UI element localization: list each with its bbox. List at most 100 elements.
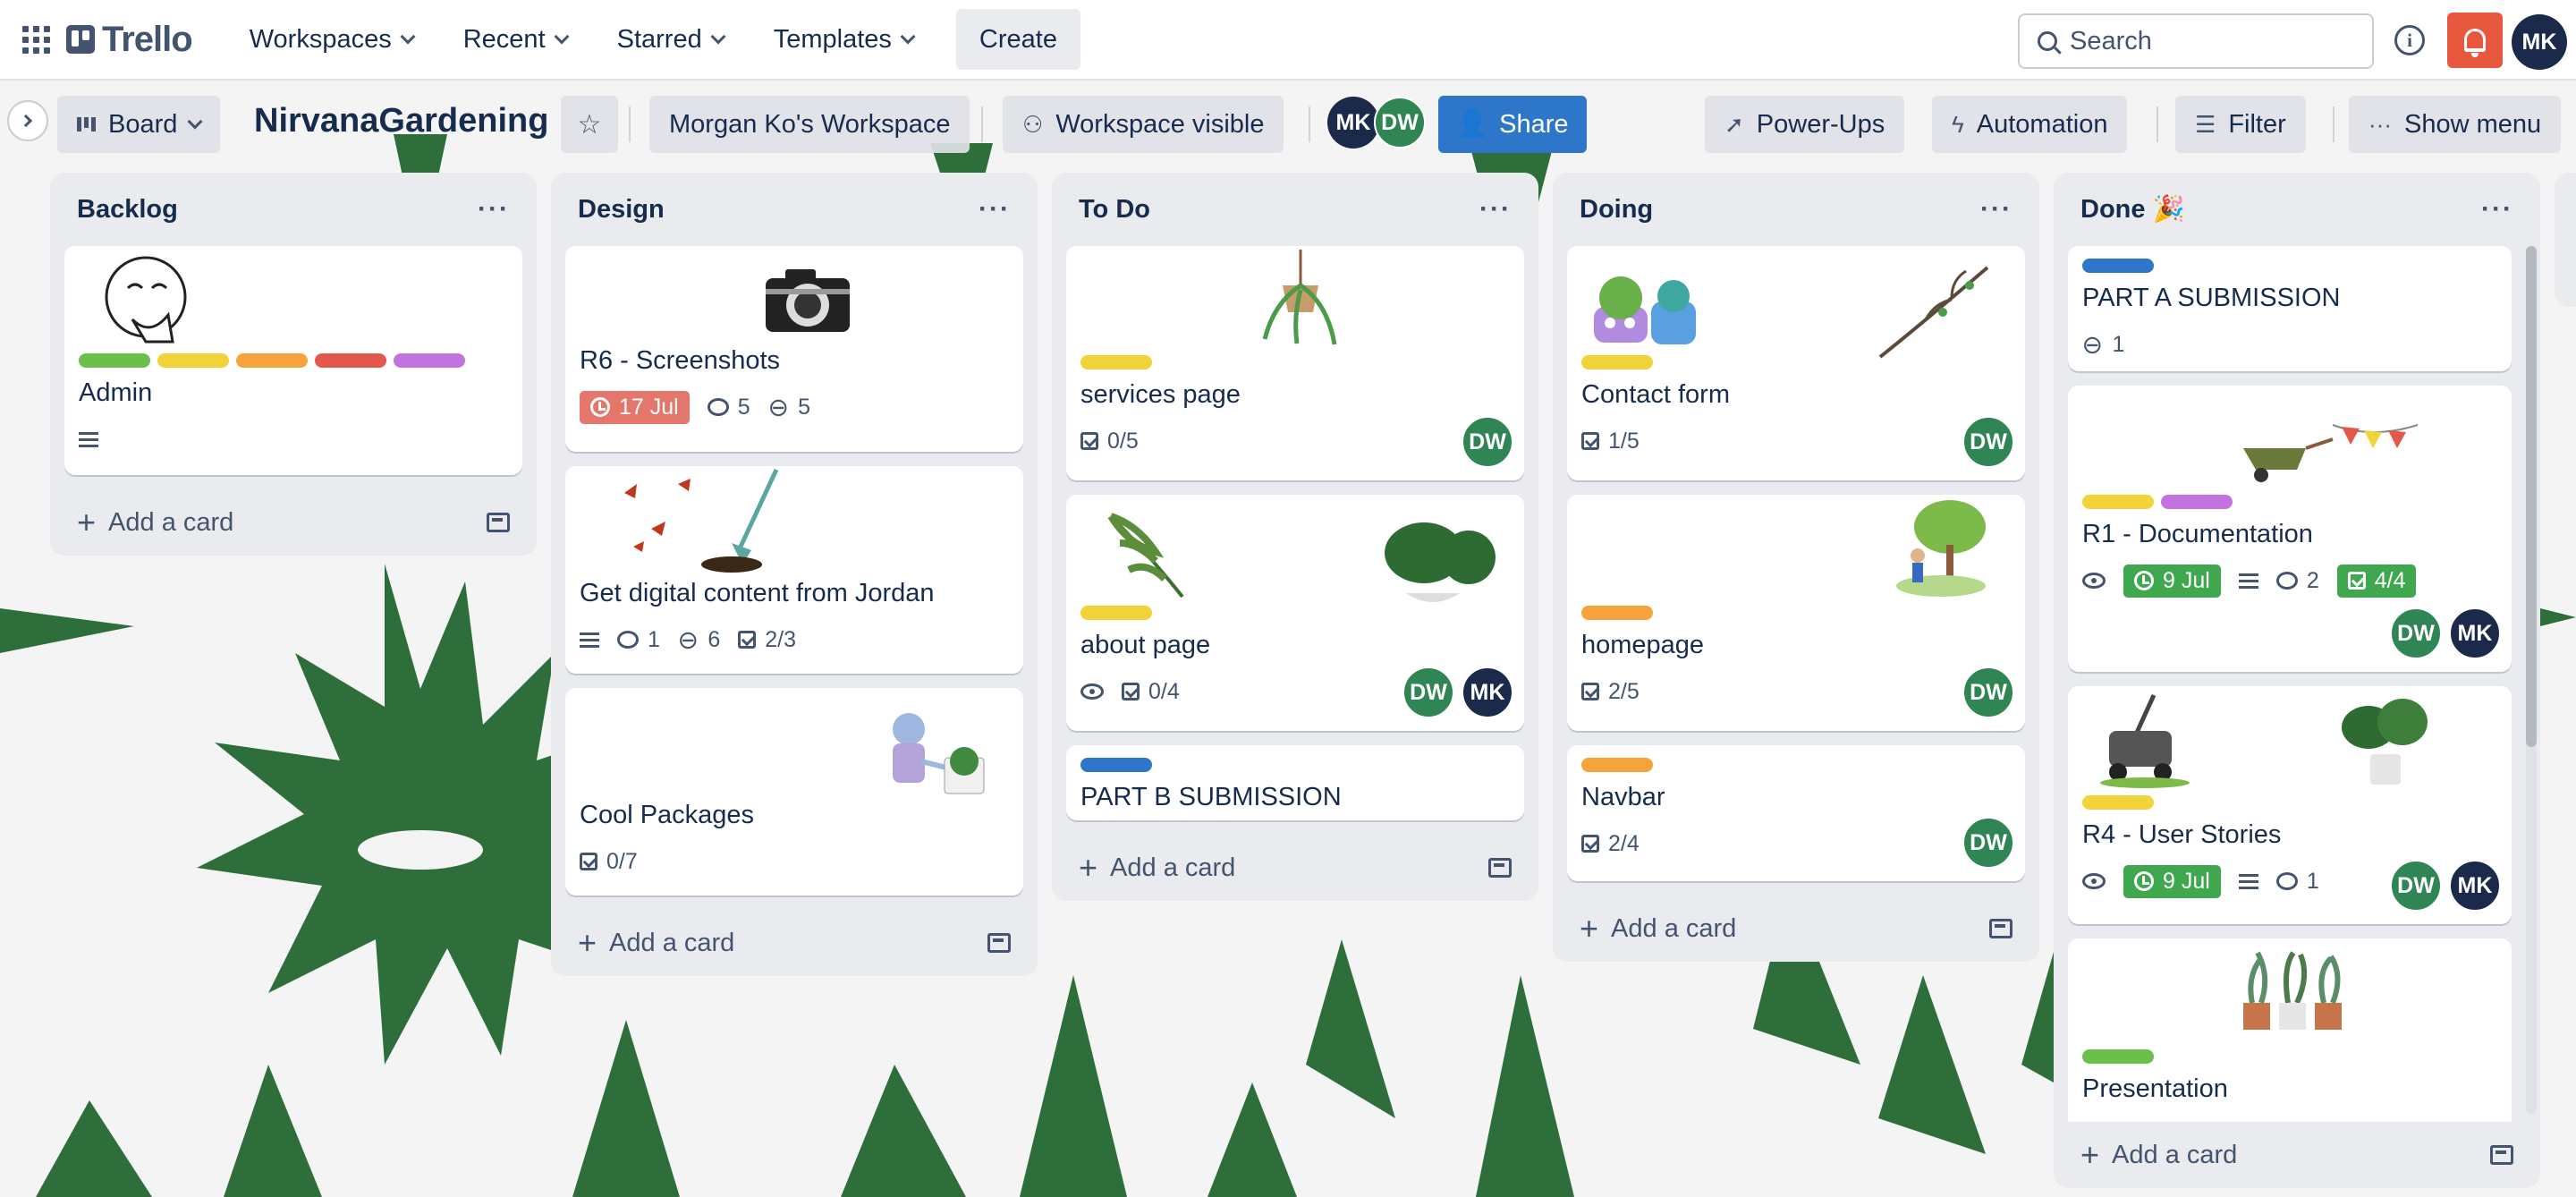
member-avatar-dw[interactable]: DW [2390,860,2442,912]
list-title[interactable]: Doing [1580,195,1653,225]
checklist-icon [1080,432,1098,450]
member-avatar-mk[interactable]: MK [2449,860,2501,912]
list-title[interactable]: Backlog [77,195,178,225]
info-icon[interactable]: i [2394,25,2425,55]
card-about-page[interactable]: about page 0/4 DW MK [1066,495,1524,731]
add-another-list-placeholder[interactable] [2555,173,2576,307]
list-title[interactable]: Done 🎉 [2080,194,2185,225]
card-part-a-submission[interactable]: PART A SUBMISSION ⊘ 1 [2068,246,2512,371]
add-card-button[interactable]: + Add a card [1066,835,1524,901]
workspaces-menu[interactable]: Workspaces [225,13,438,66]
card-homepage[interactable]: homepage 2/5 DW [1567,495,2025,731]
checklist-badge: 2/3 [738,627,796,653]
label-yellow[interactable] [157,353,229,368]
workspace-button[interactable]: Morgan Ko's Workspace [649,96,970,153]
member-avatar-dw[interactable]: DW [2390,607,2442,659]
label-yellow[interactable] [2082,495,2154,509]
label-yellow[interactable] [2082,795,2154,810]
label-green[interactable] [2082,1049,2154,1064]
card-r4-user-stories[interactable]: R4 - User Stories 9 Jul 1 DW MK [2068,686,2512,924]
automation-button[interactable]: ϟ Automation [1932,96,2128,153]
board-view-switcher[interactable]: Board [57,96,221,153]
member-avatar-dw[interactable]: DW [1374,97,1426,149]
account-avatar[interactable]: MK [2512,14,2567,70]
share-button[interactable]: 👤 Share [1438,96,1587,153]
card-cool-packages[interactable]: Cool Packages 0/7 [565,688,1023,896]
filter-button[interactable]: ☰ Filter [2175,96,2306,153]
label-green[interactable] [79,353,150,368]
card-template-icon[interactable] [1989,919,2012,938]
card-contact-form[interactable]: Contact form 1/5 DW [1567,246,2025,480]
app-switcher-icon[interactable] [20,23,52,55]
checklist-icon [580,853,597,870]
starred-menu[interactable]: Starred [592,13,749,66]
search-input[interactable]: Search [2018,13,2374,69]
label-blue[interactable] [2082,259,2154,273]
card-navbar[interactable]: Navbar 2/4 DW [1567,745,2025,881]
wheelbarrow-bunting-image [2243,424,2419,482]
trello-logo[interactable]: Trello [66,20,193,60]
member-avatar-dw[interactable]: DW [1962,817,2014,869]
card-presentation[interactable]: Presentation [2068,938,2512,1135]
add-card-label: Add a card [1110,853,1236,882]
add-card-label: Add a card [609,928,735,957]
board-title[interactable]: NirvanaGardening [254,102,548,140]
star-board-button[interactable]: ☆ [561,96,618,153]
label-orange[interactable] [236,353,308,368]
list-menu-icon[interactable]: ··· [478,194,510,225]
create-button[interactable]: Create [955,9,1080,70]
label-yellow[interactable] [1080,606,1152,620]
member-avatar-mk[interactable]: MK [1462,666,1513,718]
add-card-button[interactable]: + Add a card [2068,1122,2526,1188]
label-yellow[interactable] [1080,355,1152,369]
chevron-right-icon [19,114,33,128]
card-template-icon[interactable] [2490,1145,2513,1165]
label-orange[interactable] [1581,758,1653,772]
card-template-icon[interactable] [1488,858,1512,878]
card-part-b-submission[interactable]: PART B SUBMISSION [1066,745,1524,820]
member-avatar-dw[interactable]: DW [1402,666,1454,718]
list-menu-icon[interactable]: ··· [2481,194,2513,225]
due-date-badge[interactable]: 9 Jul [2123,864,2221,898]
member-avatar-mk[interactable]: MK [1327,97,1379,149]
member-avatar-dw[interactable]: DW [1962,666,2014,718]
due-date-badge[interactable]: 17 Jul [580,390,690,424]
attachments-badge: ⊘ 6 [671,623,720,658]
member-avatar-dw[interactable]: DW [1462,416,1513,468]
list-title[interactable]: Design [578,195,665,225]
watching-icon [2082,873,2106,889]
add-card-button[interactable]: + Add a card [565,910,1023,976]
label-purple[interactable] [2161,495,2233,509]
member-avatar-dw[interactable]: DW [1962,416,2014,468]
star-icon: ☆ [577,109,602,140]
show-menu-button[interactable]: ··· Show menu [2349,96,2562,153]
sidebar-expand-button[interactable] [7,100,48,141]
card-r6-screenshots[interactable]: R6 - Screenshots 17 Jul 5 ⊘ 5 [565,246,1023,452]
label-purple[interactable] [394,353,465,368]
add-card-button[interactable]: + Add a card [1567,896,2025,962]
list-menu-icon[interactable]: ··· [1479,194,1512,225]
templates-menu[interactable]: Templates [749,13,938,66]
member-avatar-mk[interactable]: MK [2449,607,2501,659]
card-services-page[interactable]: services page 0/5 DW [1066,246,1524,480]
power-ups-button[interactable]: ➚ Power-Ups [1705,96,1905,153]
card-get-digital-content[interactable]: Get digital content from Jordan 1 ⊘ 6 2/3 [565,466,1023,674]
notifications-button[interactable] [2447,13,2503,68]
label-red[interactable] [315,353,386,368]
list-scrollbar[interactable] [2526,246,2537,747]
card-r1-documentation[interactable]: R1 - Documentation 9 Jul 2 4/4 DW MK [2068,386,2512,672]
due-date-badge[interactable]: 9 Jul [2123,564,2221,598]
label-yellow[interactable] [1581,355,1653,369]
recent-menu[interactable]: Recent [438,13,592,66]
label-blue[interactable] [1080,758,1152,772]
card-badges: 0/7 [580,844,1009,879]
list-title[interactable]: To Do [1079,195,1150,225]
card-admin[interactable]: Admin [64,246,522,475]
list-menu-icon[interactable]: ··· [979,194,1011,225]
visibility-button[interactable]: ⚇ Workspace visible [1003,96,1284,153]
label-orange[interactable] [1581,606,1653,620]
list-menu-icon[interactable]: ··· [1980,194,2012,225]
card-template-icon[interactable] [987,933,1011,953]
add-card-button[interactable]: + Add a card [64,489,522,556]
card-template-icon[interactable] [487,513,510,532]
